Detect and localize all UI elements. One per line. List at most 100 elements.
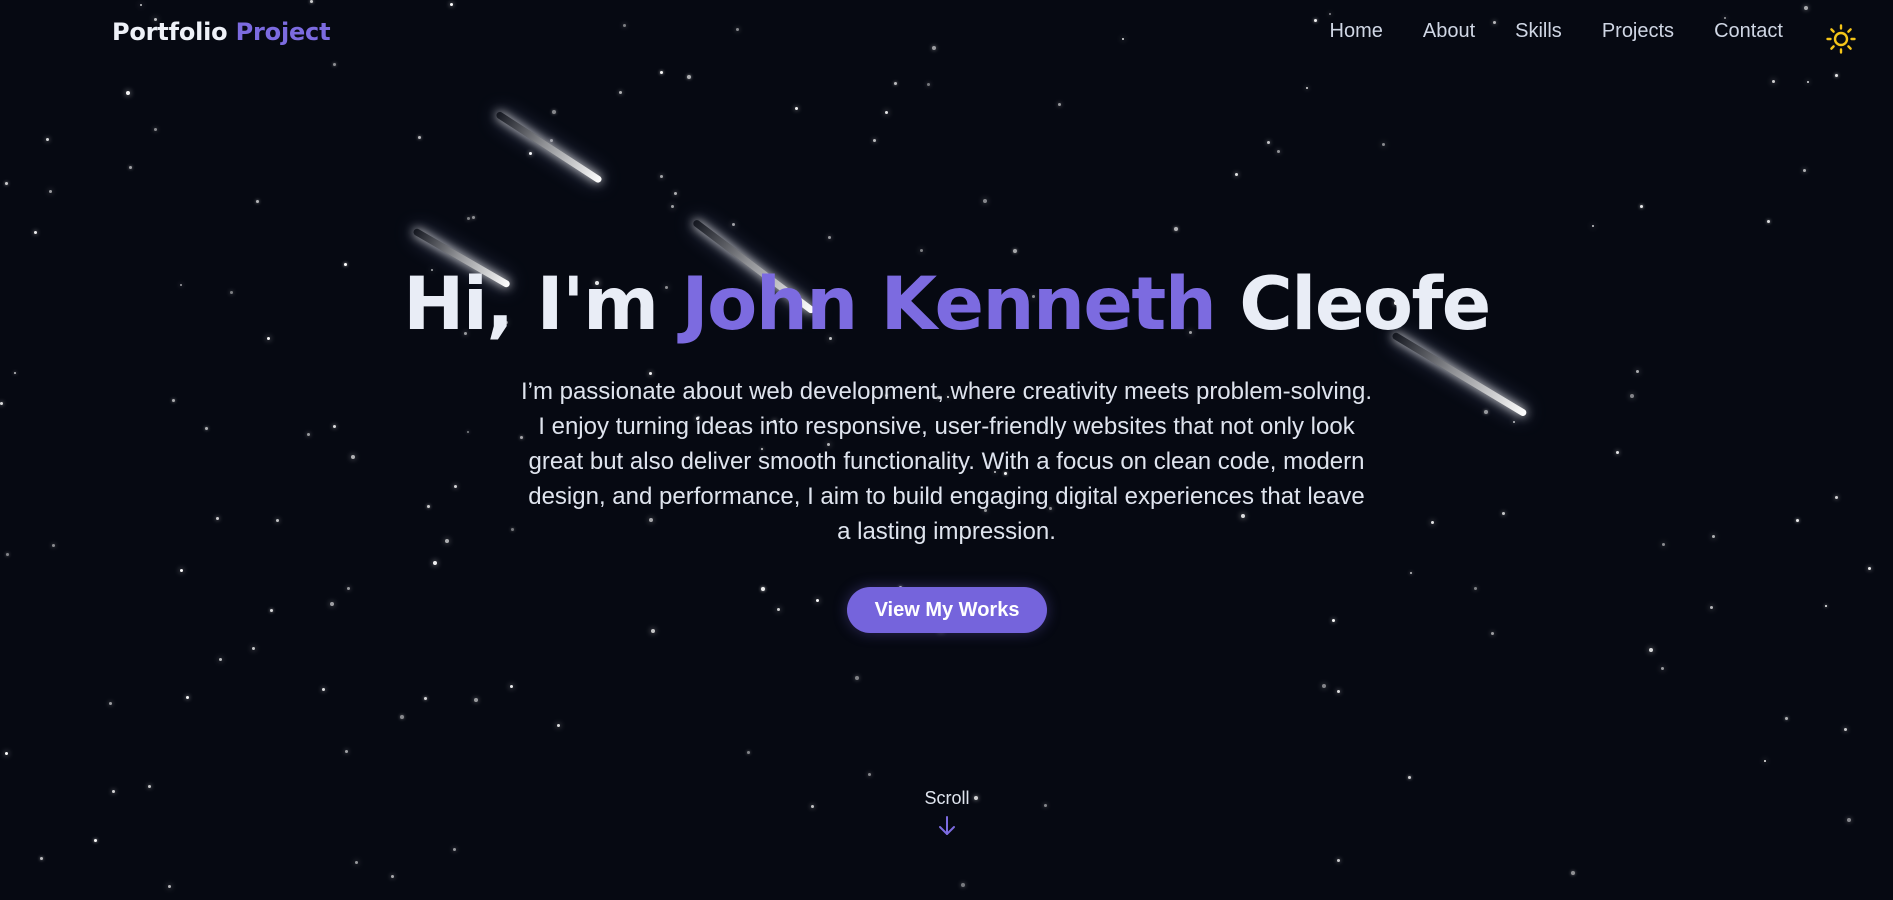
arrow-down-icon xyxy=(939,816,955,835)
star xyxy=(180,569,183,572)
star xyxy=(1267,141,1270,144)
hero-last-name: Cleofe xyxy=(1239,262,1491,347)
star xyxy=(795,107,798,110)
sun-icon xyxy=(1826,24,1856,54)
star xyxy=(816,599,819,602)
star xyxy=(1767,220,1770,223)
star xyxy=(256,200,259,203)
star xyxy=(472,216,475,219)
star xyxy=(1513,421,1515,423)
star xyxy=(1662,543,1665,546)
star xyxy=(687,75,691,79)
star xyxy=(1592,225,1594,227)
star xyxy=(1431,521,1434,524)
star xyxy=(732,223,735,226)
star xyxy=(761,587,765,591)
brand-logo[interactable]: Portfolio Project xyxy=(112,18,331,46)
star xyxy=(186,696,189,699)
star xyxy=(1835,496,1838,499)
star xyxy=(1044,804,1047,807)
star xyxy=(1710,606,1713,609)
star xyxy=(529,152,532,155)
theme-toggle-button[interactable] xyxy=(1826,24,1856,54)
star xyxy=(552,110,556,114)
nav-link-home[interactable]: Home xyxy=(1330,20,1383,43)
star xyxy=(347,587,350,590)
star xyxy=(920,249,923,252)
star xyxy=(1764,760,1766,762)
star xyxy=(6,553,9,556)
star xyxy=(1322,684,1326,688)
star xyxy=(1174,227,1178,231)
meteor xyxy=(495,110,603,184)
hero-description: I’m passionate about web development, wh… xyxy=(520,378,1373,545)
hero-first-names: John Kenneth xyxy=(681,262,1217,347)
nav-link-contact[interactable]: Contact xyxy=(1714,20,1783,43)
star xyxy=(424,697,427,700)
star xyxy=(828,236,831,239)
star xyxy=(219,658,222,661)
star xyxy=(345,750,348,753)
star xyxy=(510,685,513,688)
star xyxy=(1410,572,1412,574)
brand-accent: Project xyxy=(235,18,331,46)
hero-greeting: Hi, I'm xyxy=(403,262,659,347)
star xyxy=(34,231,37,234)
star xyxy=(49,190,52,193)
star xyxy=(1337,859,1340,862)
star xyxy=(94,839,97,842)
star xyxy=(400,715,404,719)
star xyxy=(1571,871,1575,875)
scroll-indicator[interactable]: Scroll xyxy=(896,788,998,837)
star xyxy=(172,399,175,402)
star xyxy=(651,629,655,633)
star xyxy=(1825,605,1827,607)
star xyxy=(1868,567,1871,570)
star xyxy=(894,82,897,85)
star xyxy=(1013,249,1017,253)
star xyxy=(453,848,456,851)
star xyxy=(148,785,151,788)
nav-link-projects[interactable]: Projects xyxy=(1602,20,1674,43)
star xyxy=(1785,717,1788,720)
star xyxy=(1835,74,1838,77)
star xyxy=(216,517,219,520)
star xyxy=(1491,632,1494,635)
star xyxy=(427,505,430,508)
star xyxy=(1306,87,1308,89)
star xyxy=(747,751,750,754)
star xyxy=(418,136,421,139)
star xyxy=(168,885,171,888)
star xyxy=(445,539,449,543)
star xyxy=(1844,728,1847,731)
star xyxy=(1616,451,1619,454)
star xyxy=(270,609,273,612)
star xyxy=(927,83,930,86)
star xyxy=(885,111,888,114)
star xyxy=(205,427,208,430)
star xyxy=(467,431,469,433)
star xyxy=(1712,535,1715,538)
view-my-works-button[interactable]: View My Works xyxy=(847,587,1047,633)
star xyxy=(1847,818,1851,822)
star xyxy=(1474,587,1477,590)
nav-link-skills[interactable]: Skills xyxy=(1515,20,1562,43)
nav-link-about[interactable]: About xyxy=(1423,20,1475,43)
star xyxy=(660,71,663,74)
star xyxy=(1796,519,1799,522)
star xyxy=(557,724,560,727)
star xyxy=(671,205,674,208)
star xyxy=(391,875,394,878)
star xyxy=(14,372,16,374)
star xyxy=(1630,394,1634,398)
star xyxy=(1235,173,1238,176)
star xyxy=(619,91,622,94)
star xyxy=(355,861,358,864)
star xyxy=(0,402,3,405)
star xyxy=(126,91,130,95)
star xyxy=(777,608,780,611)
star xyxy=(1484,410,1488,414)
star xyxy=(351,455,355,459)
star xyxy=(5,752,8,755)
star xyxy=(276,519,279,522)
